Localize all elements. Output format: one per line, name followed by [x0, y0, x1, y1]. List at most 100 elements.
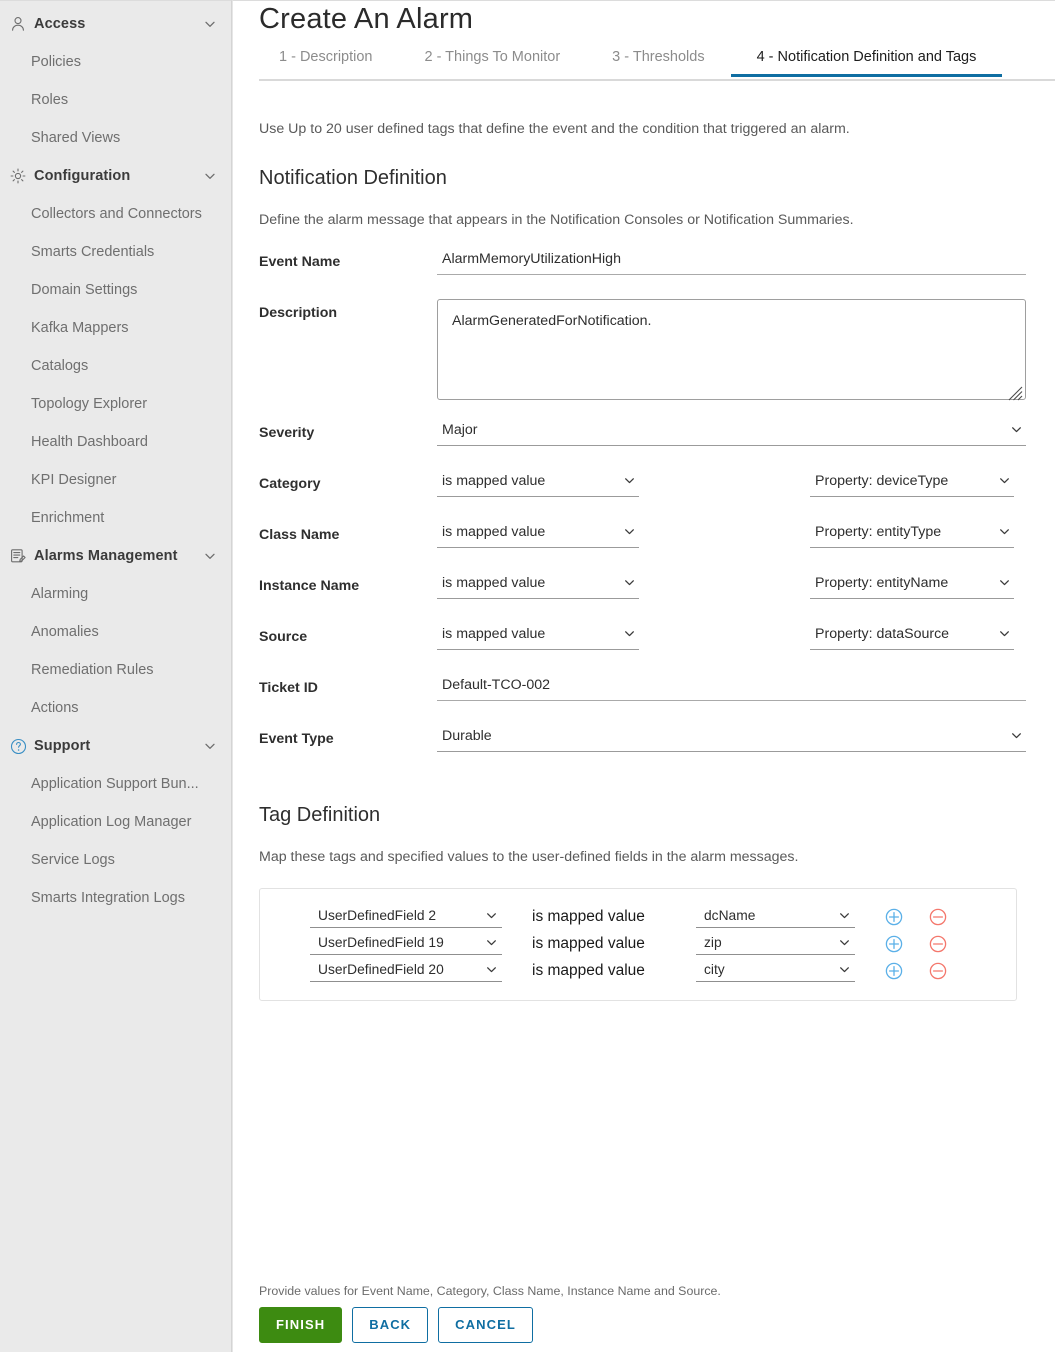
tag-row: UserDefinedField 2 is mapped value dcNam…: [260, 903, 1016, 930]
sidebar-item-alarming[interactable]: Alarming: [0, 575, 231, 613]
minus-circle-icon[interactable]: [927, 960, 949, 982]
tab-description[interactable]: 1 - Description: [259, 49, 398, 77]
tag-operator-label: is mapped value: [532, 907, 645, 925]
sidebar-item-application-support-bundle[interactable]: Application Support Bun...: [0, 765, 231, 803]
tag-value-select[interactable]: zip: [696, 933, 855, 955]
tag-field-select[interactable]: UserDefinedField 20: [310, 960, 502, 982]
tag-value-select[interactable]: city: [696, 960, 855, 982]
sidebar-item-roles[interactable]: Roles: [0, 81, 231, 119]
footer-buttons: FINISH BACK CANCEL: [259, 1307, 1055, 1343]
sidebar-item-remediation-rules[interactable]: Remediation Rules: [0, 651, 231, 689]
class-name-mode-select[interactable]: is mapped value: [437, 521, 639, 548]
category-property-value: Property: deviceType: [815, 473, 949, 489]
source-mode-select[interactable]: is mapped value: [437, 623, 639, 650]
sidebar-item-collectors-and-connectors[interactable]: Collectors and Connectors: [0, 195, 231, 233]
sidebar-group-label: Access: [34, 16, 86, 32]
event-name-input[interactable]: [437, 248, 1026, 275]
sidebar-item-service-logs[interactable]: Service Logs: [0, 841, 231, 879]
severity-value: Major: [442, 422, 478, 438]
chevron-down-icon: [998, 474, 1011, 487]
tab-notification-definition-and-tags[interactable]: 4 - Notification Definition and Tags: [730, 49, 1003, 77]
source-label: Source: [259, 629, 308, 645]
chevron-down-icon: [998, 576, 1011, 589]
sidebar-item-actions[interactable]: Actions: [0, 689, 231, 727]
finish-button[interactable]: FINISH: [259, 1307, 343, 1343]
category-mode-select[interactable]: is mapped value: [437, 470, 639, 497]
category-property-select[interactable]: Property: deviceType: [810, 470, 1014, 497]
class-name-label: Class Name: [259, 527, 340, 543]
instance-name-mode-select[interactable]: is mapped value: [437, 572, 639, 599]
cancel-button[interactable]: CANCEL: [438, 1307, 533, 1343]
tab-thresholds[interactable]: 3 - Thresholds: [586, 49, 730, 77]
sidebar-item-kafka-mappers[interactable]: Kafka Mappers: [0, 309, 231, 347]
back-button[interactable]: BACK: [352, 1307, 429, 1343]
instance-name-property-control: Property: entityName: [810, 572, 1014, 599]
sidebar-item-health-dashboard[interactable]: Health Dashboard: [0, 423, 231, 461]
plus-circle-icon[interactable]: [883, 906, 905, 928]
source-mode-value: is mapped value: [442, 626, 546, 642]
row-instance-name: Instance Name is mapped value Property: …: [259, 572, 1021, 623]
minus-circle-icon[interactable]: [927, 933, 949, 955]
chevron-down-icon: [485, 963, 498, 976]
sidebar-item-topology-explorer[interactable]: Topology Explorer: [0, 385, 231, 423]
source-property-select[interactable]: Property: dataSource: [810, 623, 1014, 650]
tag-operator-label: is mapped value: [532, 934, 645, 952]
notification-definition-form: Event Name Description AlarmGeneratedFor…: [259, 248, 1026, 776]
tag-field-select[interactable]: UserDefinedField 19: [310, 933, 502, 955]
sidebar-item-shared-views[interactable]: Shared Views: [0, 119, 231, 157]
tag-field-select[interactable]: UserDefinedField 2: [310, 906, 502, 928]
wizard-tabs: 1 - Description 2 - Things To Monitor 3 …: [259, 49, 1055, 81]
intro-text: Use Up to 20 user defined tags that defi…: [259, 121, 850, 137]
sidebar-item-enrichment[interactable]: Enrichment: [0, 499, 231, 537]
sidebar-group-configuration[interactable]: Configuration: [0, 157, 231, 195]
sidebar-item-smarts-credentials[interactable]: Smarts Credentials: [0, 233, 231, 271]
instance-name-property-select[interactable]: Property: entityName: [810, 572, 1014, 599]
tab-things-to-monitor[interactable]: 2 - Things To Monitor: [398, 49, 586, 77]
chevron-down-icon: [998, 525, 1011, 538]
chevron-down-icon[interactable]: [203, 17, 217, 31]
plus-circle-icon[interactable]: [883, 960, 905, 982]
main-content: Create An Alarm 1 - Description 2 - Thin…: [232, 0, 1055, 1352]
chevron-down-icon: [838, 963, 851, 976]
sidebar-item-application-log-manager[interactable]: Application Log Manager: [0, 803, 231, 841]
class-name-property-control: Property: entityType: [810, 521, 1014, 548]
tag-value-select[interactable]: dcName: [696, 906, 855, 928]
severity-control: Major: [437, 419, 1026, 446]
sidebar-item-kpi-designer[interactable]: KPI Designer: [0, 461, 231, 499]
chevron-down-icon[interactable]: [203, 169, 217, 183]
event-type-select[interactable]: Durable: [437, 725, 1026, 752]
source-mode-control: is mapped value: [437, 623, 639, 650]
sidebar-group-access[interactable]: Access: [0, 5, 231, 43]
sidebar-group-alarms-management[interactable]: Alarms Management: [0, 537, 231, 575]
plus-circle-icon[interactable]: [883, 933, 905, 955]
ticket-id-input[interactable]: [437, 674, 1026, 701]
tag-definition-box: UserDefinedField 2 is mapped value dcNam…: [259, 888, 1017, 1001]
chevron-down-icon: [623, 474, 636, 487]
sidebar-item-domain-settings[interactable]: Domain Settings: [0, 271, 231, 309]
row-description: Description AlarmGeneratedForNotificatio…: [259, 299, 1026, 419]
chevron-down-icon[interactable]: [203, 739, 217, 753]
tag-field-value: UserDefinedField 19: [318, 934, 444, 950]
sidebar-item-policies[interactable]: Policies: [0, 43, 231, 81]
class-name-mode-control: is mapped value: [437, 521, 639, 548]
severity-select[interactable]: Major: [437, 419, 1026, 446]
notification-definition-subtext: Define the alarm message that appears in…: [259, 212, 854, 228]
chevron-down-icon[interactable]: [203, 549, 217, 563]
category-mode-value: is mapped value: [442, 473, 546, 489]
event-type-label: Event Type: [259, 731, 334, 747]
ticket-id-control: [437, 674, 1026, 701]
instance-name-property-value: Property: entityName: [815, 575, 949, 591]
tag-row: UserDefinedField 20 is mapped value city: [260, 957, 1016, 984]
minus-circle-icon[interactable]: [927, 906, 949, 928]
tag-value: zip: [704, 934, 722, 950]
sidebar-item-anomalies[interactable]: Anomalies: [0, 613, 231, 651]
sidebar-item-smarts-integration-logs[interactable]: Smarts Integration Logs: [0, 879, 231, 917]
validation-message: Provide values for Event Name, Category,…: [259, 1284, 721, 1298]
sidebar-group-label: Support: [34, 738, 91, 754]
description-label: Description: [259, 305, 338, 321]
sidebar-item-catalogs[interactable]: Catalogs: [0, 347, 231, 385]
tag-definition-heading: Tag Definition: [259, 804, 381, 826]
sidebar-group-support[interactable]: Support: [0, 727, 231, 765]
description-textarea[interactable]: AlarmGeneratedForNotification.: [437, 299, 1026, 400]
class-name-property-select[interactable]: Property: entityType: [810, 521, 1014, 548]
